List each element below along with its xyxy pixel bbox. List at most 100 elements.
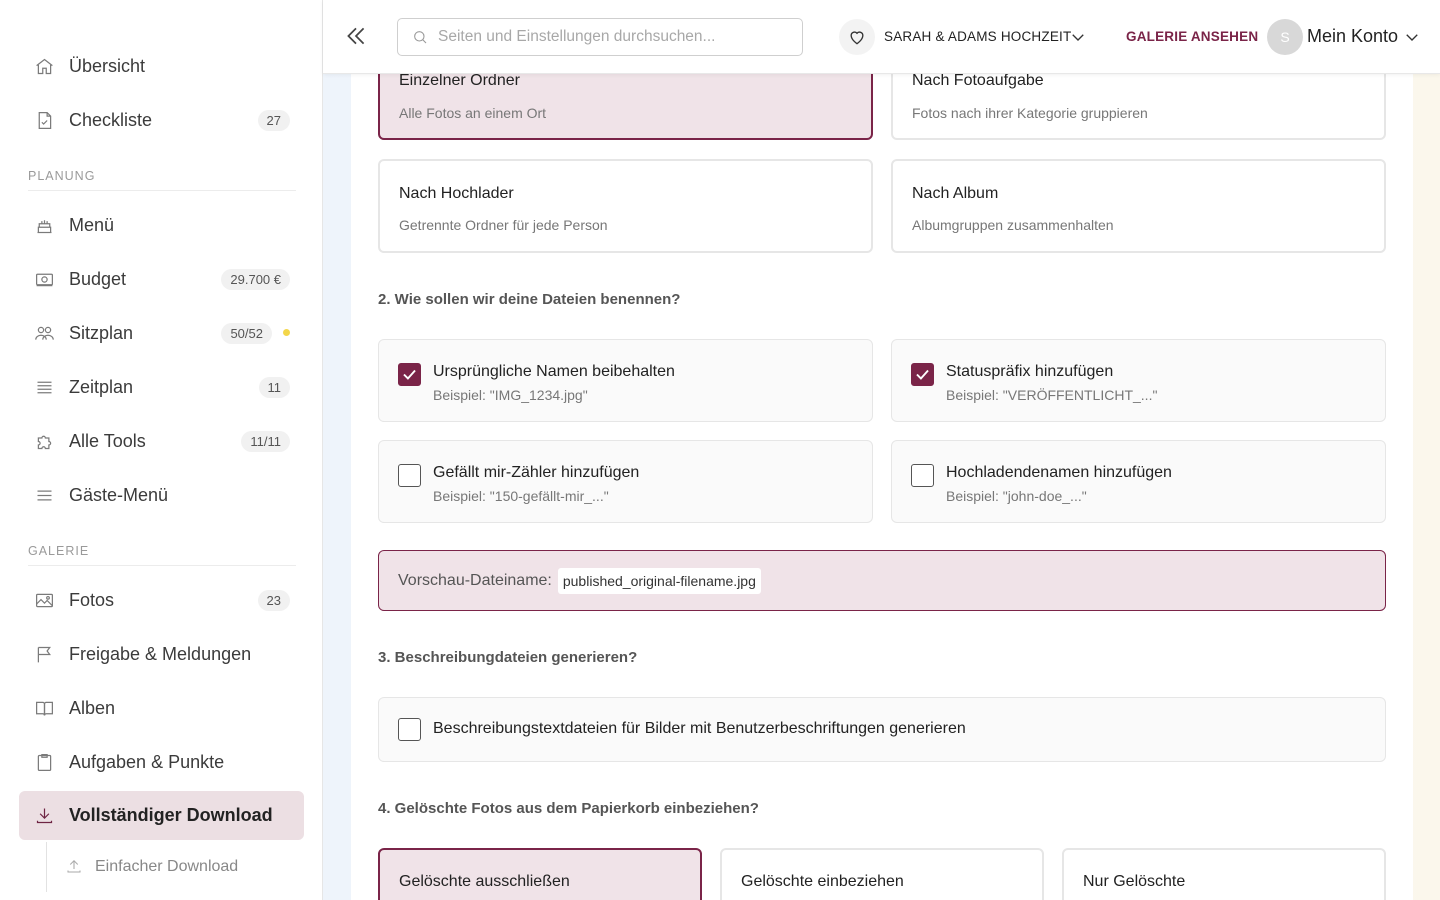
double-chevron-left-icon	[347, 27, 365, 45]
checkbox[interactable]	[398, 363, 421, 386]
option-title: Beschreibungstextdateien für Bilder mit …	[433, 720, 966, 737]
sidebar-item-label: Alben	[69, 697, 116, 718]
image-icon	[33, 589, 55, 611]
count-badge: 27	[257, 109, 290, 131]
search-input[interactable]	[438, 28, 778, 46]
flag-icon	[33, 643, 55, 665]
sidebar-item-checklist[interactable]: Checkliste 27	[19, 96, 304, 144]
sidebar-item-label: Gäste-Menü	[69, 484, 169, 505]
sidebar-item-albums[interactable]: Alben	[19, 684, 304, 732]
naming-option-uploader-name[interactable]: Hochladendenamen hinzufügen Beispiel: "j…	[891, 440, 1386, 523]
sidebar-item-overview[interactable]: Übersicht	[19, 42, 304, 90]
option-exclude-deleted[interactable]: Gelöschte ausschließen	[378, 848, 702, 900]
sidebar-item-label: Budget	[69, 268, 127, 289]
account-menu[interactable]: Mein Konto	[1307, 26, 1398, 47]
checkbox[interactable]	[911, 464, 934, 487]
search-box[interactable]	[397, 18, 803, 56]
sidebar-item-label: Aufgaben & Punkte	[69, 751, 225, 772]
sidebar-item-label: Sitzplan	[69, 322, 134, 343]
section-label-planning: PLANUNG	[28, 169, 96, 183]
top-bar: SARAH & ADAMS HOCHZEIT GALERIE ANSEHEN S…	[323, 0, 1440, 74]
sidebar-item-label: Vollständiger Download	[69, 805, 273, 825]
option-example: Beispiel: "150-gefällt-mir_..."	[433, 488, 609, 504]
option-description: Alle Fotos an einem Ort	[399, 105, 547, 121]
preview-value: published_original-filename.jpg	[557, 567, 761, 594]
option-by-album[interactable]: Nach Album Albumgruppen zusammenhalten	[891, 159, 1386, 253]
count-badge: 29.700 €	[221, 268, 290, 290]
banknote-icon	[33, 268, 55, 290]
clipboard-icon	[33, 751, 55, 773]
sidebar-item-seating[interactable]: Sitzplan 50/52	[19, 309, 304, 357]
section-divider	[28, 565, 296, 566]
option-example: Beispiel: "IMG_1234.jpg"	[433, 387, 588, 403]
preview-label: Vorschau-Dateiname:	[398, 571, 552, 589]
collapse-sidebar-button[interactable]	[343, 23, 371, 51]
sidebar-item-guest-menu[interactable]: Gäste-Menü	[19, 471, 304, 519]
event-selector[interactable]: SARAH & ADAMS HOCHZEIT	[884, 29, 1071, 44]
cake-icon	[33, 214, 55, 236]
check-icon	[916, 369, 929, 380]
view-gallery-link[interactable]: GALERIE ANSEHEN	[1126, 29, 1258, 44]
book-icon	[33, 697, 55, 719]
puzzle-icon	[33, 430, 55, 452]
sidebar-item-label: Menü	[69, 214, 115, 235]
option-by-uploader[interactable]: Nach Hochlader Getrennte Ordner für jede…	[378, 159, 873, 253]
option-title: Einzelner Ordner	[399, 72, 520, 89]
sidebar-item-tasks[interactable]: Aufgaben & Punkte	[19, 738, 304, 786]
search-icon	[412, 29, 428, 45]
list-icon	[33, 376, 55, 398]
sidebar-subitem-label: Einfacher Download	[95, 858, 239, 875]
event-heart-button[interactable]	[839, 19, 875, 55]
sidebar-item-photos[interactable]: Fotos 23	[19, 576, 304, 624]
count-badge: 11/11	[241, 430, 290, 452]
option-title: Gelöschte einbeziehen	[741, 873, 904, 890]
section-label-gallery: GALERIE	[28, 544, 90, 558]
filename-preview: Vorschau-Dateiname: published_original-f…	[378, 550, 1386, 611]
chevron-down-icon[interactable]	[1069, 28, 1087, 46]
home-icon	[33, 55, 55, 77]
option-title: Hochladendenamen hinzufügen	[946, 464, 1172, 481]
chevron-down-icon[interactable]	[1403, 28, 1421, 46]
section-divider	[28, 190, 296, 191]
option-description: Getrennte Ordner für jede Person	[399, 217, 608, 233]
heart-icon	[850, 31, 864, 45]
checkbox[interactable]	[911, 363, 934, 386]
sidebar-item-label: Freigabe & Meldungen	[69, 643, 252, 664]
option-title: Nach Album	[912, 185, 999, 202]
option-example: Beispiel: "john-doe_..."	[946, 488, 1087, 504]
option-title: Statuspräfix hinzufügen	[946, 363, 1114, 380]
status-dot	[283, 329, 290, 336]
sidebar-item-all-tools[interactable]: Alle Tools 11/11	[19, 417, 304, 465]
option-only-deleted[interactable]: Nur Gelöschte	[1062, 848, 1386, 900]
question-trash: 4. Gelöschte Fotos aus dem Papierkorb ei…	[378, 800, 759, 817]
avatar[interactable]: S	[1267, 19, 1303, 55]
sidebar-item-label: Zeitplan	[69, 376, 134, 397]
sidebar-item-label: Fotos	[69, 589, 115, 610]
option-include-deleted[interactable]: Gelöschte einbeziehen	[720, 848, 1044, 900]
count-badge: 11	[258, 376, 290, 398]
check-icon	[403, 369, 416, 380]
sidebar-item-schedule[interactable]: Zeitplan 11	[19, 363, 304, 411]
naming-option-like-count[interactable]: Gefällt mir-Zähler hinzufügen Beispiel: …	[378, 440, 873, 523]
checkbox[interactable]	[398, 718, 421, 741]
naming-option-status-prefix[interactable]: Statuspräfix hinzufügen Beispiel: "VERÖF…	[891, 339, 1386, 422]
checkbox[interactable]	[398, 464, 421, 487]
count-badge: 50/52	[221, 322, 272, 344]
question-naming: 2. Wie sollen wir deine Dateien benennen…	[378, 291, 681, 308]
naming-option-keep-original[interactable]: Ursprüngliche Namen beibehalten Beispiel…	[378, 339, 873, 422]
question-descriptions: 3. Beschreibungdateien generieren?	[378, 649, 638, 666]
sidebar-subitem-simple-download[interactable]: Einfacher Download	[46, 842, 304, 892]
menu-icon	[33, 484, 55, 506]
option-title: Gefällt mir-Zähler hinzufügen	[433, 464, 640, 481]
sidebar-item-label: Checkliste	[69, 109, 153, 130]
option-example: Beispiel: "VERÖFFENTLICHT_..."	[946, 387, 1158, 403]
sidebar-item-menu[interactable]: Menü	[19, 201, 304, 249]
document-check-icon	[33, 109, 55, 131]
count-badge: 23	[257, 589, 290, 611]
sidebar-item-sharing[interactable]: Freigabe & Meldungen	[19, 630, 304, 678]
sidebar-item-budget[interactable]: Budget 29.700 €	[19, 255, 304, 303]
option-title: Ursprüngliche Namen beibehalten	[433, 363, 675, 380]
description-files-option[interactable]: Beschreibungstextdateien für Bilder mit …	[378, 697, 1386, 762]
option-title: Nur Gelöschte	[1083, 873, 1186, 890]
sidebar-item-full-download[interactable]: Vollständiger Download	[19, 791, 304, 840]
